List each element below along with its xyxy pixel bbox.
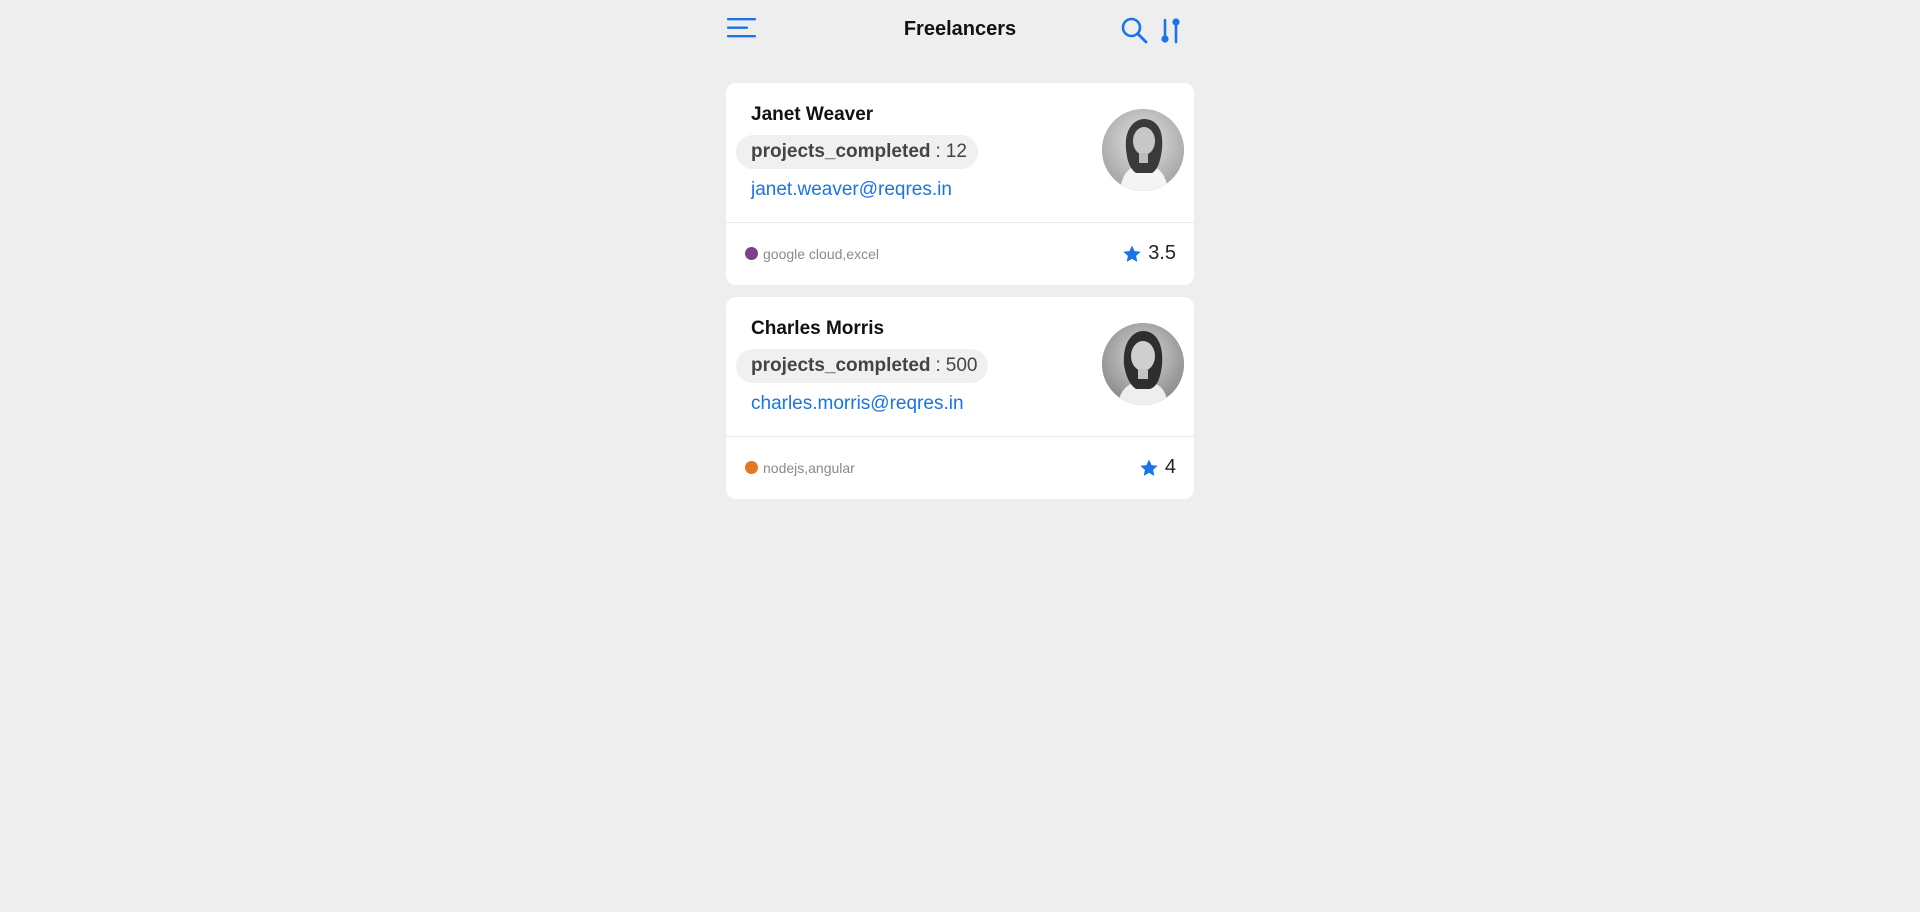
search-icon (1121, 17, 1148, 44)
star-icon (1123, 245, 1141, 262)
card-header: Janet Weaver projects_completed : 12 jan… (726, 83, 1194, 223)
skills-text: google cloud,excel (763, 246, 879, 262)
rating: 4 (1139, 456, 1176, 479)
card-footer: google cloud,excel 3.5 (726, 223, 1194, 285)
star-icon (1140, 459, 1158, 476)
projects-separator: : (935, 355, 941, 376)
projects-completed-value: 500 (945, 355, 978, 376)
freelancer-name: Janet Weaver (751, 104, 874, 125)
sort-button[interactable] (1158, 16, 1184, 44)
menu-button[interactable] (726, 14, 758, 42)
projects-completed-label: projects_completed (751, 141, 931, 162)
projects-completed-chip: projects_completed : 500 (736, 349, 989, 383)
freelancer-card[interactable]: Charles Morris projects_completed : 500 … (726, 297, 1194, 499)
projects-completed-chip: projects_completed : 12 (736, 135, 978, 169)
rating: 3.5 (1122, 242, 1176, 265)
projects-completed-value: 12 (945, 141, 967, 162)
rating-value: 3.5 (1148, 242, 1176, 264)
top-bar: Freelancers (726, 0, 1194, 60)
rating-value: 4 (1164, 456, 1176, 478)
app-root: Freelancers Janet Weaver projects_comple… (0, 0, 1920, 912)
menu-icon (727, 18, 756, 38)
projects-separator: : (935, 141, 941, 162)
email-link[interactable]: charles.morris@reqres.in (751, 393, 964, 415)
skill-color-dot (745, 461, 758, 474)
projects-completed-label: projects_completed (751, 355, 931, 376)
freelancer-name: Charles Morris (751, 318, 885, 339)
card-header: Charles Morris projects_completed : 500 … (726, 297, 1194, 437)
freelancer-card[interactable]: Janet Weaver projects_completed : 12 jan… (726, 83, 1194, 285)
search-button[interactable] (1120, 16, 1148, 44)
avatar (1102, 109, 1184, 191)
email-link[interactable]: janet.weaver@reqres.in (751, 179, 952, 201)
sort-icon (1161, 18, 1180, 44)
skills-text: nodejs,angular (763, 460, 855, 476)
card-footer: nodejs,angular 4 (726, 437, 1194, 499)
freelancer-list: Janet Weaver projects_completed : 12 jan… (726, 83, 1194, 511)
skill-color-dot (745, 247, 758, 260)
avatar (1102, 323, 1184, 405)
